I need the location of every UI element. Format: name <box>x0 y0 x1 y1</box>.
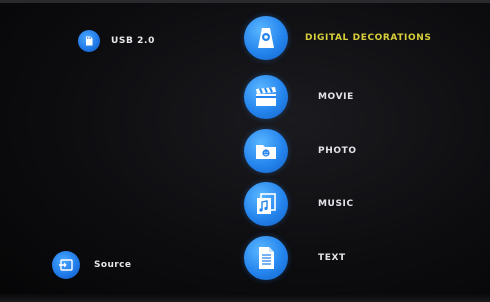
clapperboard-icon <box>244 75 288 119</box>
usb-storage-label: USB 2.0 <box>111 36 155 46</box>
digital-decorations-icon <box>244 16 288 60</box>
menu-label-music: MUSIC <box>318 199 354 209</box>
menu-item-photo[interactable]: PHOTO <box>244 129 357 173</box>
menu-label-photo: PHOTO <box>318 146 357 156</box>
screen-bottom-edge <box>0 294 490 302</box>
usb-drive-icon <box>78 30 100 52</box>
menu-label-movie: MOVIE <box>318 92 354 102</box>
menu-label-digital-decorations: DIGITAL DECORATIONS <box>305 33 432 43</box>
media-player-screen: USB 2.0 Source DIGITAL DECORATIONS MOVIE… <box>0 0 490 302</box>
input-source-icon <box>52 251 80 279</box>
menu-item-movie[interactable]: MOVIE <box>244 75 354 119</box>
menu-item-digital-decorations[interactable]: DIGITAL DECORATIONS <box>244 16 431 60</box>
source-label: Source <box>94 260 132 270</box>
usb-storage-item[interactable]: USB 2.0 <box>78 30 155 52</box>
music-note-icon <box>244 182 288 226</box>
menu-label-text: TEXT <box>318 253 346 263</box>
photo-folder-icon <box>244 129 288 173</box>
main-menu: DIGITAL DECORATIONS MOVIE PHOTO MUSIC TE… <box>244 0 484 302</box>
source-button[interactable]: Source <box>52 251 131 279</box>
text-document-icon <box>244 236 288 280</box>
menu-item-text[interactable]: TEXT <box>244 236 346 280</box>
menu-item-music[interactable]: MUSIC <box>244 182 354 226</box>
